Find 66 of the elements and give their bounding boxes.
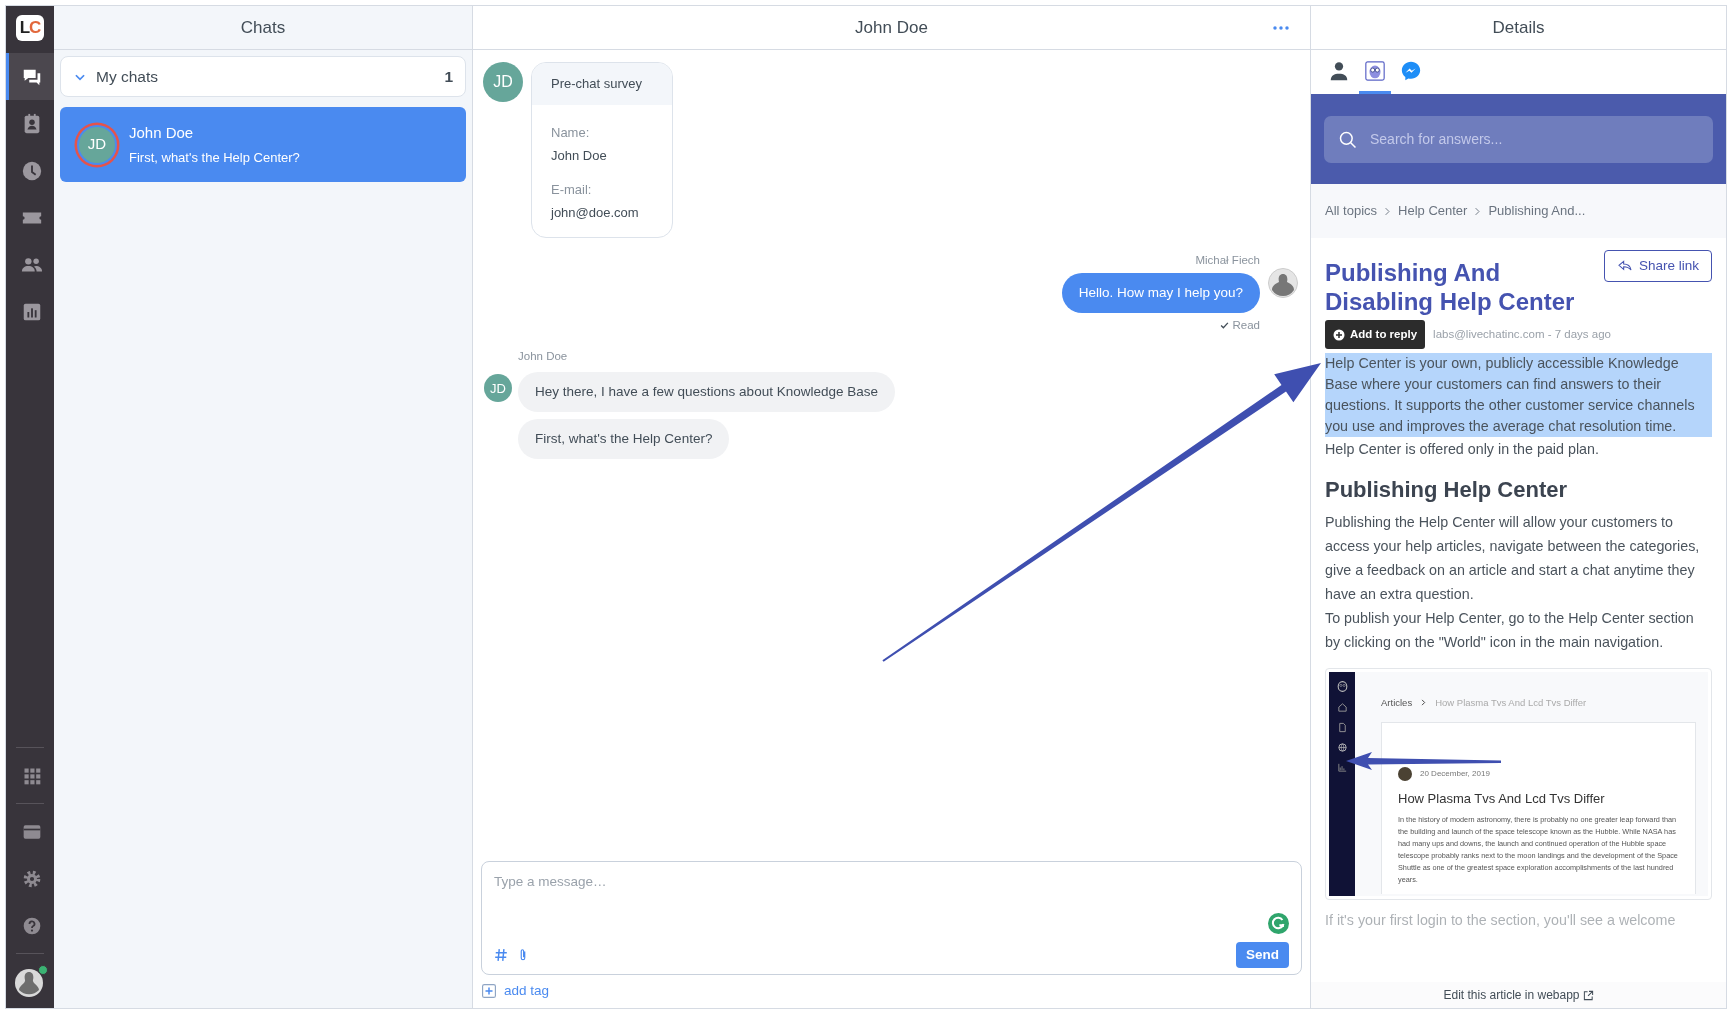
group-label: My chats <box>96 66 159 87</box>
article-paragraph: If it's your first login to the section, you'll see a welcome <box>1325 911 1676 928</box>
help-icon <box>21 915 42 936</box>
article-meta: labs@livechatinc.com - 7 days ago <box>1433 327 1611 342</box>
panel-title: Chats <box>240 16 286 39</box>
read-status: Read <box>1232 318 1260 333</box>
plus-icon[interactable] <box>482 983 496 998</box>
plus-circle-icon <box>1333 328 1345 341</box>
search-field[interactable]: Search for answers... <box>1324 115 1713 163</box>
bar-chart-icon <box>1336 761 1348 773</box>
agent-avatar <box>1268 267 1298 298</box>
article-title: Publishing And Disabling Help Center <box>1325 258 1576 316</box>
person-icon <box>1328 59 1350 82</box>
share-link-button[interactable]: Share link <box>1603 250 1712 283</box>
field-value: John Doe <box>551 147 608 165</box>
chat-preview: First, what's the Help Center? <box>129 149 300 167</box>
logo: LC <box>16 15 44 41</box>
external-link-icon[interactable] <box>1582 989 1594 1001</box>
hashtag-icon[interactable] <box>494 947 508 962</box>
article-title: How Plasma Tvs And Lcd Tvs Differ <box>1398 789 1606 808</box>
chevron-right-icon <box>1420 699 1428 707</box>
clock-icon <box>20 159 43 182</box>
globe-icon <box>1336 741 1348 753</box>
check-icon <box>1219 321 1229 331</box>
messenger-icon <box>1400 59 1422 82</box>
home-icon <box>1336 701 1348 713</box>
article-date: 20 December, 2019 <box>1420 767 1490 780</box>
chat-count: 1 <box>444 66 453 87</box>
field-value: john@doe.com <box>551 204 640 222</box>
owl-icon <box>1335 679 1349 693</box>
chat-list-item[interactable]: JD John Doe First, what's the Help Center? <box>60 107 466 182</box>
author-name: John Doe <box>518 349 568 365</box>
chevron-right-icon <box>1383 206 1393 216</box>
breadcrumb-link[interactable]: All topics <box>1325 201 1378 221</box>
add-to-reply-button[interactable]: Add to reply <box>1325 320 1426 350</box>
message-bubble: Hello. How may I help you? <box>1061 272 1260 313</box>
send-button[interactable]: Send <box>1236 941 1289 968</box>
breadcrumb-link[interactable]: Publishing And... <box>1488 201 1586 221</box>
article-heading: Publishing Help Center <box>1325 477 1569 504</box>
article-paragraph: To publish your Help Center, go to the Help Center section by clicking on the "World" icon in the main navigation. <box>1325 609 1694 650</box>
breadcrumb-link[interactable]: Articles <box>1381 695 1413 710</box>
document-icon <box>1336 721 1348 733</box>
author-avatar <box>1398 766 1412 781</box>
field-label: Name: <box>551 123 591 142</box>
breadcrumb-link[interactable]: Help Center <box>1398 201 1468 221</box>
owl-icon <box>1364 59 1386 82</box>
grammar-check-icon[interactable] <box>1268 912 1289 934</box>
author-name: Michał Fiech <box>1195 252 1260 268</box>
chat-bubbles-tab[interactable] <box>6 53 54 100</box>
chevron-right-icon <box>1473 206 1483 216</box>
customer-avatar: JD <box>484 374 512 403</box>
add-tag-link[interactable]: add tag <box>504 980 550 1001</box>
article-paragraph: Help Center is offered only in the paid plan. <box>1325 441 1599 458</box>
chat-group-header[interactable]: My chats 1 <box>60 56 466 97</box>
settings-icon <box>21 868 42 889</box>
chat-name: John Doe <box>129 122 195 143</box>
customer-avatar: JD <box>483 62 523 102</box>
panel-title: Details <box>1492 16 1545 39</box>
field-label: E-mail: <box>551 180 593 199</box>
message-bubble: Hey there, I have a few questions about Knowledge Base <box>518 371 895 412</box>
survey-title: Pre-chat survey <box>532 63 672 105</box>
chat-title: John Doe <box>855 16 928 39</box>
user-avatar[interactable] <box>14 966 46 998</box>
article-paragraph: Publishing the Help Center will allow your customers to access your help articles, navigate between the categories, give a feedback on an article and start a chat anytime they have an extra question. <box>1325 513 1700 602</box>
message-bubble: First, what's the Help Center? <box>518 418 730 459</box>
article-paragraph: Help Center is your own, publicly accessible Knowledge Base where your customers can find answers to their questions. It supports the other customer service channels you use and improves the average chat resolution time. <box>1325 353 1712 438</box>
